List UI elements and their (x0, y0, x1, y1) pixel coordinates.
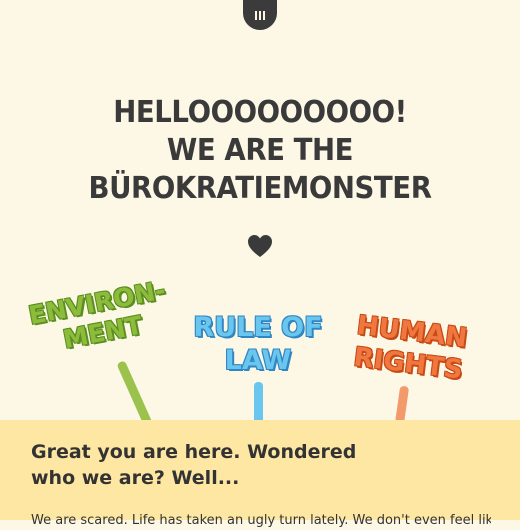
hero-headline: HELLOOOOOOOOO! WE ARE THE BÜROKRATIEMONS… (21, 94, 499, 208)
intro-body: We are scared. Life has taken an ugly tu… (31, 513, 491, 528)
menu-button[interactable] (243, 0, 277, 30)
sign-rule-of-law-line-2: LAW (224, 345, 292, 376)
menu-bars-icon (255, 10, 265, 20)
hero-line-2: WE ARE THE (166, 133, 354, 168)
intro-panel: Great you are here. Wondered who we are?… (0, 420, 520, 528)
hero-line-1: HELLOOOOOOOOO! (113, 95, 407, 130)
sign-human-rights: HUMAN RIGHTS (342, 308, 479, 387)
intro-title: Great you are here. Wondered who we are?… (31, 441, 357, 489)
hero-line-3: BÜROKRATIEMONSTER (88, 171, 432, 206)
heart-icon (248, 235, 272, 257)
sign-rule-of-law-line-1: RULE OF (193, 312, 323, 343)
sign-environment: ENVIRON- MENT (22, 274, 179, 361)
sign-rule-of-law: RULE OF LAW (188, 311, 328, 377)
sign-pole-environment (116, 360, 154, 428)
